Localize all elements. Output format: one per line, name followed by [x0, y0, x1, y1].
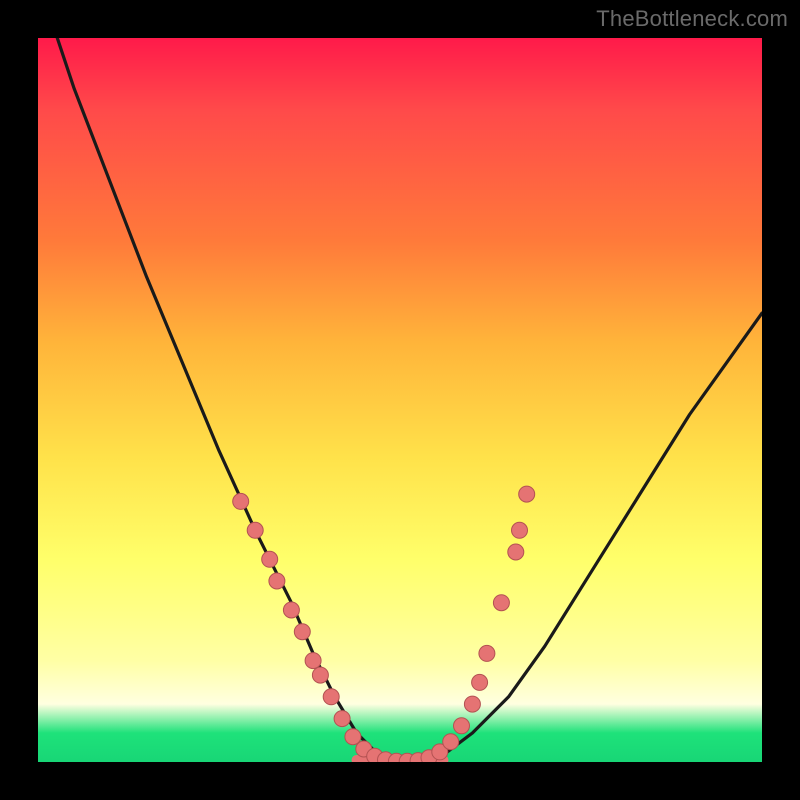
- data-dot: [512, 522, 528, 538]
- data-dot: [345, 729, 361, 745]
- data-dot: [443, 734, 459, 750]
- chart-stage: TheBottleneck.com: [0, 0, 800, 800]
- data-dot: [305, 653, 321, 669]
- data-dot: [247, 522, 263, 538]
- data-dot: [479, 645, 495, 661]
- data-dot: [454, 718, 470, 734]
- data-dot: [519, 486, 535, 502]
- bottleneck-curve: [38, 38, 762, 762]
- data-dot: [269, 573, 285, 589]
- data-dot: [464, 696, 480, 712]
- chart-svg: [38, 38, 762, 762]
- data-dot: [283, 602, 299, 618]
- watermark-text: TheBottleneck.com: [596, 6, 788, 32]
- data-dot: [233, 493, 249, 509]
- plot-area: [38, 38, 762, 762]
- data-dot: [334, 711, 350, 727]
- data-dot: [323, 689, 339, 705]
- data-dot: [312, 667, 328, 683]
- data-dot: [493, 595, 509, 611]
- data-dot: [262, 551, 278, 567]
- data-dot: [472, 674, 488, 690]
- data-dot: [294, 624, 310, 640]
- data-dot: [508, 544, 524, 560]
